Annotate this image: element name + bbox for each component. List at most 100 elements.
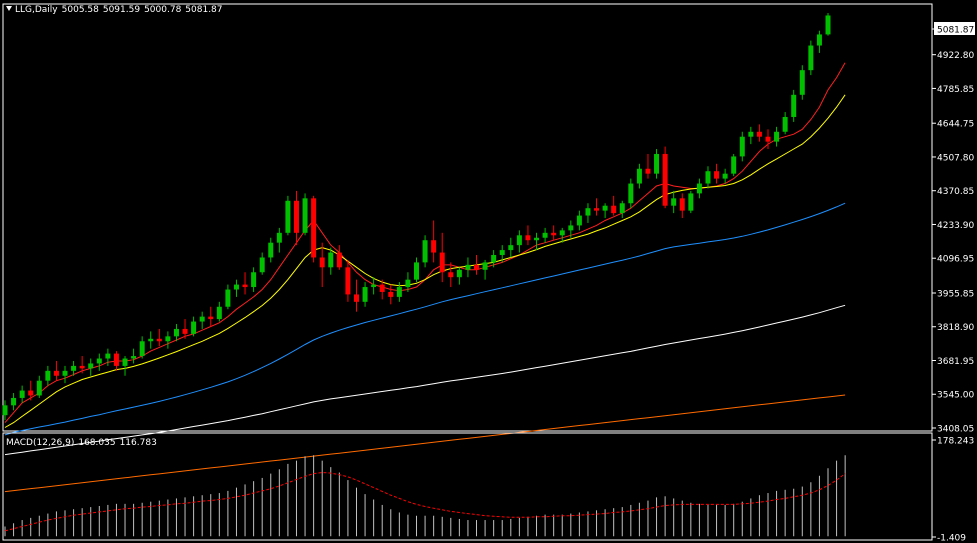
candle-body bbox=[268, 242, 274, 258]
candle-body bbox=[379, 284, 385, 292]
price-tick-label: 3818.90 bbox=[937, 323, 974, 333]
candle-body bbox=[285, 200, 291, 233]
candle-body bbox=[765, 136, 771, 142]
price-tick-label: 4096.95 bbox=[937, 255, 974, 265]
candle-body bbox=[414, 262, 419, 280]
candle-body bbox=[465, 264, 471, 270]
candle-body bbox=[679, 198, 685, 211]
candle-body bbox=[293, 200, 299, 233]
candle-body bbox=[619, 203, 625, 214]
macd-value: 168.035 bbox=[78, 438, 116, 448]
candle-body bbox=[311, 198, 317, 258]
candle-body bbox=[611, 205, 617, 214]
candle-body bbox=[225, 289, 231, 307]
candle-body bbox=[559, 230, 565, 236]
close-value: 5081.87 bbox=[185, 5, 223, 15]
candle-body bbox=[336, 252, 342, 268]
price-tick-label: 4233.90 bbox=[937, 221, 974, 231]
candle-body bbox=[491, 255, 497, 263]
candle-body bbox=[696, 183, 702, 194]
candle-body bbox=[439, 252, 445, 273]
candle-body bbox=[122, 358, 128, 366]
candle-body bbox=[396, 287, 402, 297]
candle-body bbox=[199, 316, 205, 322]
dropdown-triangle-icon[interactable] bbox=[6, 6, 12, 11]
candle-body bbox=[714, 171, 720, 179]
open-value: 5005.58 bbox=[61, 5, 99, 15]
candle-body bbox=[62, 370, 68, 376]
macd-tick-label: 178.243 bbox=[937, 437, 974, 447]
candle-body bbox=[525, 235, 531, 241]
candle-body bbox=[782, 116, 788, 132]
candle-body bbox=[799, 70, 805, 95]
candle-body bbox=[71, 365, 77, 371]
candle-body bbox=[551, 232, 557, 236]
candle-body bbox=[191, 321, 197, 334]
candle-body bbox=[242, 284, 248, 288]
candle-body bbox=[748, 131, 754, 137]
candle-body bbox=[173, 328, 179, 337]
price-tick-label: 3681.95 bbox=[937, 357, 974, 367]
candle-body bbox=[371, 284, 377, 288]
candle-body bbox=[319, 257, 325, 268]
candle-body bbox=[233, 284, 239, 290]
candle-body bbox=[816, 34, 822, 46]
chart-canvas[interactable]: 5081.87 4922.80 4785.85 4644.75 4507.80 4370.… bbox=[0, 0, 977, 543]
macd-name: MACD(12,26,9) bbox=[6, 438, 75, 448]
candle-body bbox=[96, 358, 102, 364]
candle-body bbox=[19, 390, 25, 398]
candle-body bbox=[88, 363, 94, 369]
candle-body bbox=[259, 257, 265, 273]
candle-body bbox=[594, 208, 600, 211]
candle-body bbox=[131, 356, 137, 359]
candle-body bbox=[105, 353, 111, 359]
candle-body bbox=[534, 237, 540, 241]
candle-body bbox=[139, 341, 145, 357]
candle-body bbox=[431, 240, 437, 253]
candle-body bbox=[11, 397, 17, 406]
candle-body bbox=[739, 136, 745, 157]
current-price-label: 5081.87 bbox=[937, 26, 974, 36]
candle-body bbox=[328, 252, 334, 268]
macd-header: MACD(12,26,9) 168.035 116.783 bbox=[6, 438, 161, 448]
macd-signal-value: 116.783 bbox=[119, 438, 157, 448]
low-value: 5000.78 bbox=[144, 5, 182, 15]
candle-body bbox=[208, 316, 214, 320]
candle-body bbox=[165, 336, 171, 342]
background bbox=[0, 0, 977, 543]
macd-tick-label: -1.409 bbox=[937, 534, 966, 543]
price-tick-label: 4922.80 bbox=[937, 51, 974, 61]
candle-body bbox=[448, 272, 454, 278]
candle-body bbox=[808, 45, 814, 71]
price-tick-label: 4644.75 bbox=[937, 120, 974, 130]
candle-body bbox=[148, 338, 154, 342]
candle-body bbox=[756, 131, 762, 137]
candle-body bbox=[362, 287, 368, 302]
candle-body bbox=[731, 156, 737, 174]
candle-body bbox=[516, 235, 522, 246]
candle-body bbox=[251, 272, 257, 288]
candle-body bbox=[345, 267, 351, 295]
candle-body bbox=[568, 225, 574, 231]
high-value: 5091.59 bbox=[102, 5, 141, 15]
candle-body bbox=[825, 15, 831, 35]
candle-body bbox=[216, 306, 222, 320]
candle-body bbox=[791, 94, 797, 117]
candle-body bbox=[113, 353, 119, 366]
candle-body bbox=[602, 205, 608, 211]
candle-body bbox=[2, 405, 8, 416]
candle-body bbox=[53, 370, 59, 376]
candle-body bbox=[654, 153, 660, 174]
symbol-label: LLG,Daily bbox=[15, 5, 58, 15]
price-tick-label: 3955.85 bbox=[937, 289, 974, 299]
candle-body bbox=[28, 390, 34, 396]
candle-body bbox=[542, 232, 548, 238]
candle-body bbox=[671, 198, 677, 206]
candle-body bbox=[774, 131, 780, 142]
candle-body bbox=[482, 262, 488, 270]
candle-body bbox=[276, 232, 282, 243]
candle-body bbox=[508, 245, 514, 251]
candle-body bbox=[688, 193, 694, 211]
price-tick-label: 4370.85 bbox=[937, 187, 974, 197]
chart-window: 5081.87 4922.80 4785.85 4644.75 4507.80 4370.… bbox=[0, 0, 977, 543]
